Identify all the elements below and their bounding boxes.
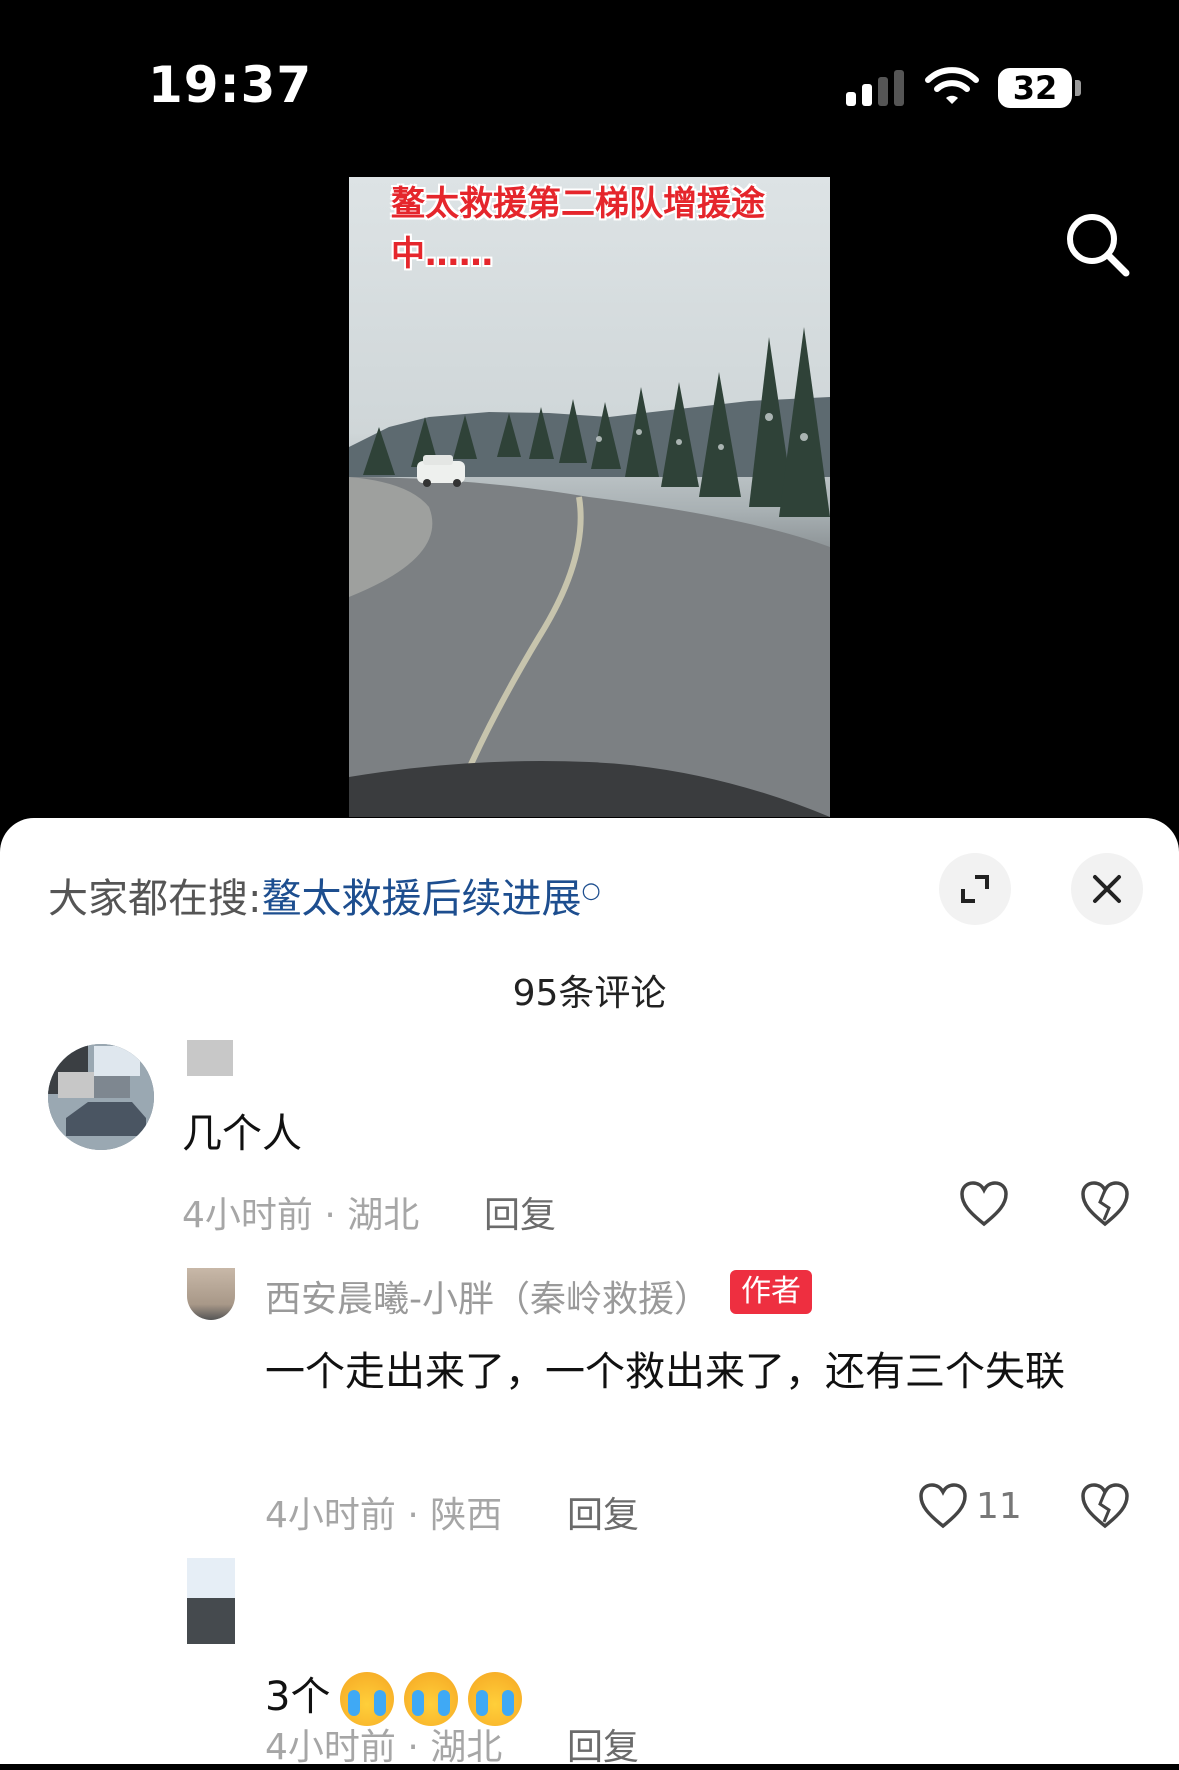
- like-count: 11: [976, 1486, 1022, 1527]
- reply-author-name[interactable]: 西安晨曦-小胖（秦岭救援）: [265, 1270, 710, 1322]
- reply-text: 一个走出来了，一个救出来了，还有三个失联: [265, 1349, 1065, 1395]
- comment-count: 95条评论: [512, 973, 667, 1014]
- comment-meta: 4小时前 · 湖北: [182, 1195, 420, 1236]
- blurred-username: [187, 1040, 233, 1076]
- reply-meta: 4小时前 · 湖北: [265, 1727, 503, 1768]
- search-icon[interactable]: [1058, 205, 1138, 285]
- reply-avatar[interactable]: [187, 1268, 235, 1320]
- search-small-icon: ○: [581, 878, 601, 904]
- reply-button[interactable]: 回复: [567, 1486, 639, 1538]
- hot-search-link[interactable]: 鳌太救援后续进展: [261, 876, 581, 922]
- battery-icon: 32: [998, 68, 1072, 108]
- reply-button[interactable]: 回复: [484, 1186, 556, 1238]
- reply-avatar[interactable]: [187, 1558, 235, 1646]
- comments-sheet: 大家都在搜:鳌太救援后续进展○ 95条评论 几个人 4小时前 · 湖北 回复 西…: [0, 818, 1179, 1768]
- close-button[interactable]: [1071, 853, 1143, 925]
- broken-heart-icon[interactable]: [1080, 1482, 1130, 1530]
- author-badge: 作者: [730, 1270, 812, 1314]
- avatar[interactable]: [48, 1044, 154, 1150]
- hot-search: 大家都在搜:鳌太救援后续进展○: [48, 866, 601, 924]
- hot-search-prefix: 大家都在搜:: [48, 876, 262, 922]
- reply-button[interactable]: 回复: [567, 1718, 639, 1770]
- reply-text: 3个: [265, 1664, 523, 1726]
- heart-icon[interactable]: [959, 1180, 1009, 1228]
- expand-button[interactable]: [939, 853, 1011, 925]
- battery-level: 32: [1012, 69, 1058, 107]
- video-player[interactable]: 鳌太救援第二梯队增援途中……: [349, 177, 830, 817]
- avatar-image: [48, 1044, 154, 1150]
- comment-text: 几个人: [182, 1111, 302, 1157]
- signal-icon: [846, 70, 904, 106]
- reply-meta: 4小时前 · 陕西: [265, 1495, 503, 1536]
- wifi-icon: [925, 67, 979, 104]
- video-caption: 鳌太救援第二梯队增援途中……: [391, 184, 765, 274]
- heart-icon[interactable]: [918, 1482, 968, 1530]
- broken-heart-icon[interactable]: [1080, 1180, 1130, 1228]
- reply-text-content: 3个: [265, 1674, 331, 1720]
- battery-cap: [1075, 80, 1081, 96]
- status-time: 19:37: [148, 56, 313, 114]
